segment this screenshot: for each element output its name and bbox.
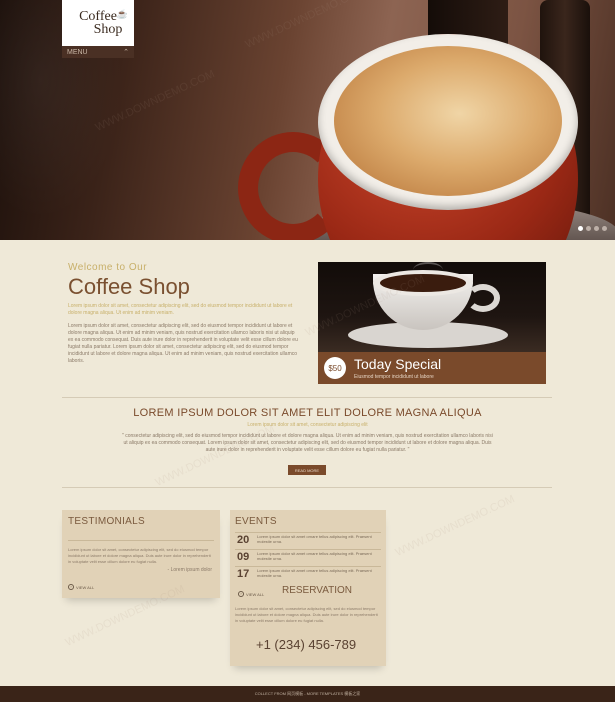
coffee-mug-icon: ☕: [116, 9, 128, 19]
footer: COLLECT FROM 网页模板 - MORE TEMPLATES 模板之家: [0, 686, 615, 702]
today-special-image[interactable]: [318, 262, 546, 352]
slider-dot[interactable]: [594, 226, 599, 231]
cup-handle-graphic: [466, 284, 500, 312]
today-special-title: Today Special: [354, 356, 442, 372]
slider-dot[interactable]: [578, 226, 583, 231]
testimonials-title: TESTIMONIALS: [68, 516, 145, 527]
event-day: 17: [237, 568, 250, 580]
testimonials-view-all[interactable]: › VIEW ALL: [68, 584, 94, 590]
hero-slider: ☕ Coffee Shop MENU ⌃: [0, 0, 615, 240]
lorem-subheading: Lorem ipsum dolor sit amet, consectetur …: [247, 422, 368, 428]
menu-label: MENU: [67, 48, 88, 56]
chevron-up-icon: ⌃: [123, 49, 129, 56]
event-item[interactable]: 17 Lorem ipsum dolor sit amet ornare tel…: [235, 566, 381, 584]
coffee-graphic: [380, 274, 466, 292]
testimonials-card: TESTIMONIALS Lorem ipsum dolor sit amet,…: [62, 510, 220, 598]
welcome-body: Lorem ipsum dolor sit amet, consectetur …: [68, 323, 298, 364]
today-special-subtitle: Eiusmod tempor incididunt ut labore: [354, 374, 434, 380]
welcome-title: Coffee Shop: [68, 274, 190, 299]
event-text: Lorem ipsum dolor sit amet ornare tellus…: [257, 534, 372, 544]
hero-coffee-foam-image: [334, 46, 562, 196]
price-badge: $50: [324, 357, 346, 379]
event-text: Lorem ipsum dolor sit amet ornare tellus…: [257, 568, 372, 578]
today-special-bar[interactable]: $50 Today Special Eiusmod tempor incidid…: [318, 352, 546, 384]
slider-dots: [578, 226, 607, 231]
section-divider: [62, 487, 552, 488]
event-day: 20: [237, 534, 250, 546]
event-text: Lorem ipsum dolor sit amet ornare tellus…: [257, 551, 372, 561]
view-all-label: VIEW ALL: [246, 591, 265, 597]
reservation-title: RESERVATION: [282, 585, 353, 596]
footer-text: COLLECT FROM 网页模板 - MORE TEMPLATES 模板之家: [254, 691, 361, 696]
brand-line2: Shop: [93, 22, 123, 37]
card-divider: [68, 540, 214, 541]
brand-logo[interactable]: ☕ Coffee Shop: [62, 0, 134, 46]
events-view-all[interactable]: › VIEW ALL: [238, 591, 264, 597]
lorem-heading: LOREM IPSUM DOLOR SIT AMET ELIT DOLORE M…: [133, 407, 482, 419]
reservation-phone[interactable]: +1 (234) 456-789: [256, 637, 356, 652]
menu-toggle[interactable]: MENU ⌃: [62, 46, 134, 58]
event-item[interactable]: 09 Lorem ipsum dolor sit amet ornare tel…: [235, 549, 381, 567]
testimonial-text: Lorem ipsum dolor sit amet, consectetur …: [68, 547, 211, 564]
watermark-text: WWW.DOWNDEMO.COM: [393, 493, 517, 559]
event-day: 09: [237, 551, 250, 563]
events-title: EVENTS: [235, 516, 277, 527]
reservation-text: Lorem ipsum dolor sit amet, consectetur …: [235, 606, 378, 623]
lorem-quote: " consectetur adipiscing elit, sed do ei…: [122, 433, 493, 453]
section-divider: [62, 397, 552, 398]
slider-dot[interactable]: [586, 226, 591, 231]
welcome-intro: Lorem ipsum dolor sit amet, consectetur …: [68, 303, 293, 316]
event-item[interactable]: 20 Lorem ipsum dolor sit amet ornare tel…: [235, 532, 381, 550]
arrow-circle-icon: ›: [238, 591, 244, 597]
read-more-button[interactable]: READ MORE: [288, 465, 326, 475]
testimonial-author: - Lorem ipsum dolor: [167, 567, 212, 573]
events-card: EVENTS 20 Lorem ipsum dolor sit amet orn…: [230, 510, 386, 666]
view-all-label: VIEW ALL: [76, 584, 95, 590]
welcome-kicker: Welcome to Our: [68, 262, 148, 273]
arrow-circle-icon: ›: [68, 584, 74, 590]
slider-dot[interactable]: [602, 226, 607, 231]
